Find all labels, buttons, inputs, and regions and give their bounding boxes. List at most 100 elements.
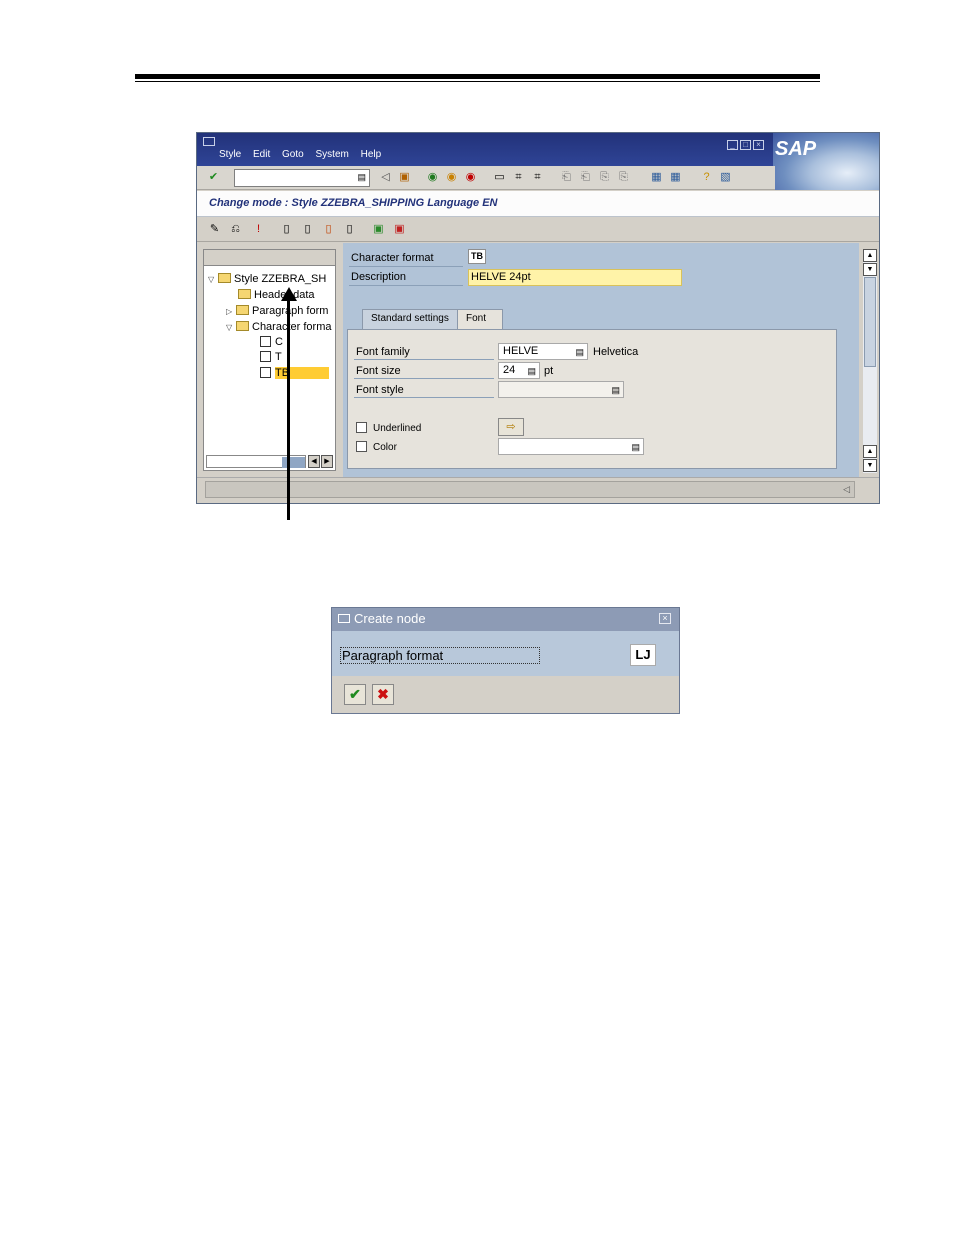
menu-style[interactable]: Style	[219, 149, 241, 160]
color-input[interactable]: ▤	[498, 438, 644, 455]
menu-help[interactable]: Help	[361, 149, 382, 160]
display-change-icon[interactable]: ✎	[207, 222, 222, 237]
next-page-icon[interactable]: ⎘	[597, 170, 612, 185]
value-help-icon[interactable]: ▤	[575, 345, 584, 360]
collapse-icon[interactable]: ▣	[392, 222, 407, 237]
description-label: Description	[351, 271, 407, 283]
detail-panel: Character format TB Description HELVE 24…	[343, 243, 859, 479]
first-page-icon[interactable]: ⎗	[559, 170, 574, 185]
help-icon[interactable]: ?	[699, 170, 714, 185]
color-checkbox[interactable]	[356, 441, 367, 452]
new-session-icon[interactable]: ▦	[649, 170, 664, 185]
char-format-value: TB	[468, 249, 486, 264]
tab-standard-settings[interactable]: Standard settings	[362, 309, 458, 329]
close-icon[interactable]: ×	[659, 613, 671, 624]
close-icon[interactable]: ×	[753, 140, 764, 150]
value-help-icon[interactable]: ▤	[631, 440, 640, 455]
tree-node-character-formats[interactable]: ▽ Character forma	[226, 320, 331, 335]
tree-node-header-data[interactable]: Header data	[238, 288, 315, 302]
copy-icon[interactable]: ▯	[300, 222, 315, 237]
annotation-arrow	[287, 296, 290, 520]
scroll-thumb[interactable]	[282, 457, 305, 468]
content-area: ▽ Style ZZEBRA_SH Header data ▷ Paragraph …	[197, 243, 879, 479]
dropdown-icon[interactable]: ▤	[357, 172, 366, 183]
confirm-button[interactable]: ✔	[344, 684, 366, 705]
tab-font[interactable]: Font	[457, 309, 503, 329]
enter-icon[interactable]: ✔	[206, 170, 221, 185]
description-field[interactable]: HELVE 24pt	[468, 269, 682, 286]
screen-title: Change mode : Style ZZEBRA_SHIPPING Lang…	[209, 197, 498, 209]
back-arrow-icon[interactable]: ◁	[378, 170, 393, 185]
menu-bar: Style Edit Goto System Help	[219, 149, 390, 160]
find-icon[interactable]: ⌗	[511, 170, 526, 185]
tree-header	[204, 250, 335, 266]
font-style-input[interactable]: ▤	[498, 381, 624, 398]
folder-icon	[236, 305, 249, 315]
tree-horizontal-scrollbar[interactable]: ◀ ▶	[206, 455, 333, 468]
collapse-triangle-icon[interactable]: ▽	[208, 273, 218, 287]
font-tab-body: Font family HELVE ▤ Helvetica Font size 2…	[347, 329, 837, 469]
collapse-triangle-icon[interactable]: ▽	[226, 321, 236, 335]
application-toolbar: ✎ ⎌ ! ▯ ▯ ▯ ▯ ▣ ▣	[197, 218, 879, 242]
menu-system[interactable]: System	[316, 149, 349, 160]
value-help-icon[interactable]: ▤	[611, 383, 620, 398]
folder-icon	[218, 273, 231, 283]
scroll-left-icon[interactable]: ◀	[308, 455, 320, 468]
label-underline	[354, 363, 494, 379]
tree-node-char-format[interactable]: C	[260, 335, 283, 349]
maximize-icon[interactable]: □	[740, 140, 751, 150]
label-underline	[354, 344, 494, 360]
minimize-icon[interactable]: _	[727, 140, 738, 150]
tree-node-char-format[interactable]: T	[260, 350, 282, 364]
scroll-right-icon[interactable]: ▶	[321, 455, 333, 468]
layout-menu-icon[interactable]: ▧	[718, 170, 733, 185]
last-page-icon[interactable]: ⎘	[616, 170, 631, 185]
print-icon[interactable]: ▭	[492, 170, 507, 185]
system-menu-icon[interactable]	[203, 137, 215, 146]
save-icon[interactable]: ▣	[397, 170, 412, 185]
cancel-x-icon: ✖	[377, 686, 389, 702]
shortcut-icon[interactable]: ▦	[668, 170, 683, 185]
check-icon[interactable]: !	[251, 222, 266, 237]
delete-icon[interactable]: ▯	[342, 222, 357, 237]
node-name-input[interactable]: Paragraph format	[340, 647, 540, 664]
create-icon[interactable]: ▯	[279, 222, 294, 237]
exit-icon[interactable]: ◉	[444, 170, 459, 185]
activate-icon[interactable]: ⎌	[228, 222, 243, 237]
menu-edit[interactable]: Edit	[253, 149, 270, 160]
tree-node-char-format-selected[interactable]: TB	[260, 366, 330, 380]
font-family-input[interactable]: HELVE ▤	[498, 343, 588, 360]
arrow-right-icon: ⇨	[506, 421, 516, 433]
underline-details-button[interactable]: ⇨	[498, 418, 524, 436]
sap-logo: SAP	[775, 138, 817, 160]
previous-page-icon[interactable]: ⎗	[578, 170, 593, 185]
page-rule-thin	[135, 81, 820, 82]
char-format-label: Character format	[351, 252, 434, 264]
vertical-scrollbar[interactable]: ▲ ▼ ▲ ▼	[863, 249, 877, 473]
move-icon[interactable]: ▯	[321, 222, 336, 237]
underlined-checkbox[interactable]	[356, 422, 367, 433]
value-help-icon[interactable]: ▤	[527, 364, 536, 379]
find-next-icon[interactable]: ⌗	[530, 170, 545, 185]
scroll-down-small-icon[interactable]: ▼	[863, 263, 877, 276]
cancel-icon[interactable]: ◉	[463, 170, 478, 185]
tree-node-style[interactable]: ▽ Style ZZEBRA_SH	[208, 272, 326, 287]
scroll-thumb[interactable]	[864, 277, 876, 367]
page-rule-thick	[135, 74, 820, 79]
scroll-up-small-icon[interactable]: ▲	[863, 445, 877, 458]
system-menu-icon[interactable]	[338, 614, 350, 623]
scroll-up-icon[interactable]: ▲	[863, 249, 877, 262]
menu-goto[interactable]: Goto	[282, 149, 304, 160]
back-icon[interactable]: ◉	[425, 170, 440, 185]
scroll-down-icon[interactable]: ▼	[863, 459, 877, 472]
status-field: ◁	[205, 481, 855, 498]
cancel-button[interactable]: ✖	[372, 684, 394, 705]
scroll-track[interactable]	[206, 455, 306, 468]
font-size-input[interactable]: 24 ▤	[498, 362, 540, 379]
arrow-head-icon	[281, 287, 297, 301]
status-arrow-icon[interactable]: ◁	[843, 484, 850, 495]
command-field[interactable]: ▤	[234, 169, 370, 187]
tree-node-paragraph-formats[interactable]: ▷ Paragraph form	[226, 304, 328, 319]
expand-icon[interactable]: ▣	[371, 222, 386, 237]
expand-triangle-icon[interactable]: ▷	[226, 305, 236, 319]
